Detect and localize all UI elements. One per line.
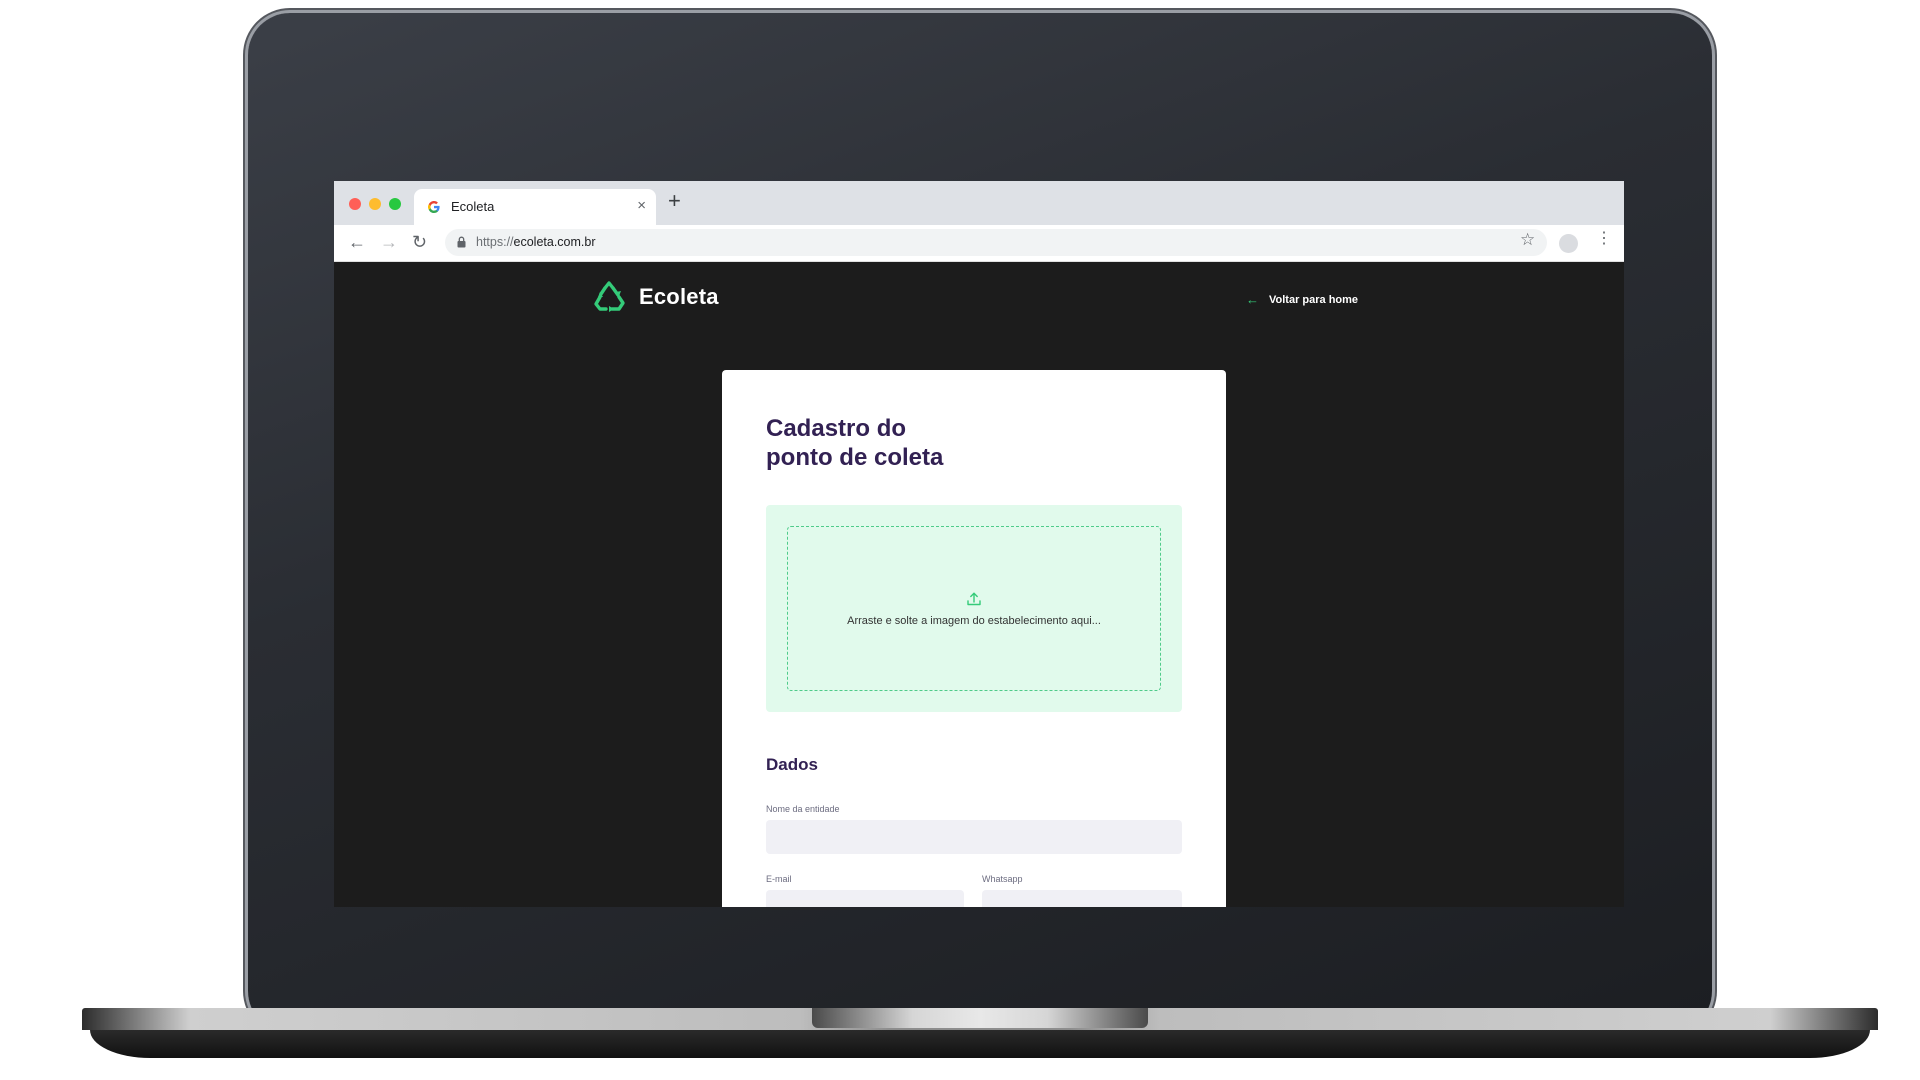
tab-close-icon[interactable]: ×	[637, 197, 646, 214]
logo-text: Ecoleta	[639, 284, 719, 309]
laptop-hinge-notch	[812, 1008, 1148, 1028]
dropzone-border: Arraste e solte a imagem do estabelecime…	[787, 526, 1161, 691]
forward-arrow-icon[interactable]: →	[380, 231, 398, 253]
email-field-label: E-mail	[766, 874, 792, 884]
upload-icon	[967, 592, 981, 606]
recycle-icon	[594, 281, 625, 312]
browser-menu-icon[interactable]: ⋮	[1596, 231, 1612, 247]
section-title-dados: Dados	[766, 755, 818, 774]
reload-icon[interactable]: ↻	[412, 231, 427, 253]
title-line-2: ponto de coleta	[766, 444, 944, 471]
bookmark-star-icon[interactable]: ☆	[1520, 230, 1535, 250]
page-title: Cadastro do ponto de coleta	[766, 414, 1066, 472]
url-text: https://ecoleta.com.br	[476, 235, 596, 249]
google-favicon-icon	[428, 201, 440, 213]
minimize-window-button[interactable]	[369, 198, 381, 210]
address-bar: ← → ↻ https://ecoleta.com.br ☆ ⋮	[334, 225, 1624, 262]
tab-title: Ecoleta	[451, 199, 495, 214]
image-dropzone[interactable]: Arraste e solte a imagem do estabelecime…	[766, 505, 1182, 712]
laptop-foot	[90, 1030, 1870, 1058]
name-field[interactable]	[766, 820, 1182, 854]
tab-ecoleta[interactable]: Ecoleta ×	[414, 189, 656, 225]
form-card: Cadastro do ponto de coleta Arraste e so…	[722, 370, 1226, 907]
title-line-1: Cadastro do	[766, 415, 907, 442]
omnibox[interactable]: https://ecoleta.com.br	[445, 229, 1547, 256]
whatsapp-field[interactable]	[982, 890, 1182, 907]
whatsapp-field-label: Whatsapp	[982, 874, 1023, 884]
name-field-label: Nome da entidade	[766, 804, 840, 814]
browser-window: Ecoleta × + ← → ↻ https://ecoleta.com.br…	[334, 181, 1624, 907]
close-window-button[interactable]	[349, 198, 361, 210]
back-arrow-icon[interactable]: ←	[348, 231, 366, 253]
back-home-link[interactable]: ← Voltar para home	[1246, 292, 1358, 307]
dropzone-text: Arraste e solte a imagem do estabelecime…	[847, 615, 1101, 627]
tab-bar: Ecoleta × +	[334, 181, 1624, 225]
logo: Ecoleta	[592, 280, 719, 314]
back-home-label: Voltar para home	[1269, 293, 1359, 306]
lock-icon	[457, 236, 466, 248]
email-field[interactable]	[766, 890, 964, 907]
maximize-window-button[interactable]	[389, 198, 401, 210]
page-content: Ecoleta ← Voltar para home Cadastro do p…	[334, 262, 1624, 907]
profile-avatar[interactable]	[1559, 234, 1578, 253]
arrow-left-icon: ←	[1246, 292, 1259, 307]
new-tab-button[interactable]: +	[668, 190, 681, 212]
